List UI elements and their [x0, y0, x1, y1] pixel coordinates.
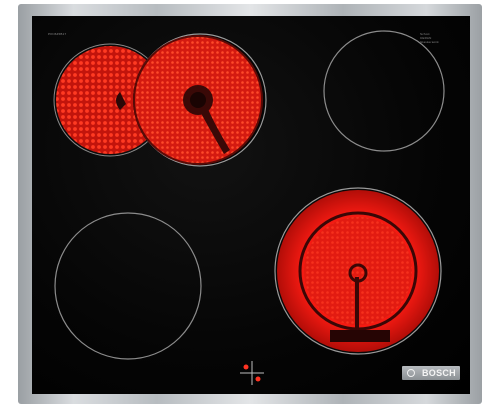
- zone-rear-left-dual: [53, 33, 267, 167]
- brand-name: BOSCH: [421, 368, 456, 378]
- cooktop-graphics: [53, 30, 445, 385]
- brand-logo-icon: [407, 369, 415, 377]
- zone-front-right-dual: [274, 187, 442, 355]
- zone-rear-right: [323, 30, 445, 152]
- zone-front-left: [54, 212, 202, 360]
- cross-dot-icon: [240, 361, 264, 385]
